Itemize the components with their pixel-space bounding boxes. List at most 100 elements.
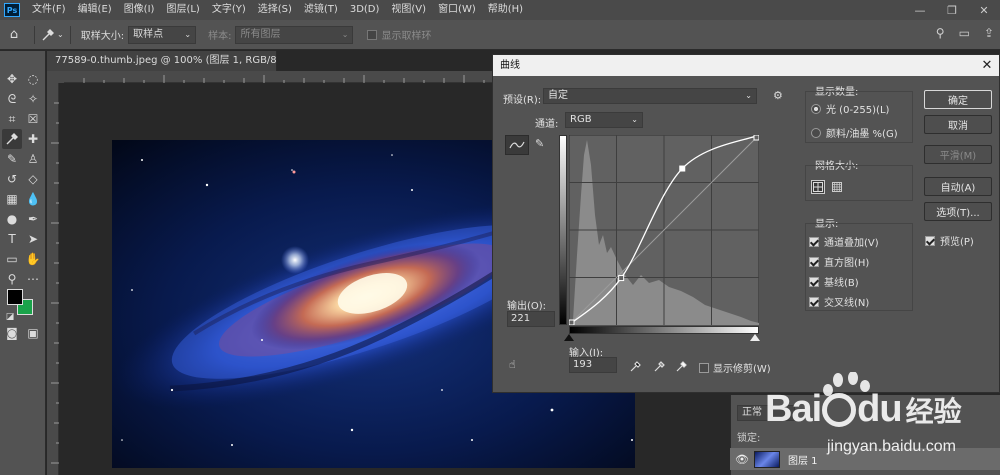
workspace-icon[interactable]: ▭ <box>959 26 970 40</box>
channel-overlays-label: 通道叠加(V) <box>824 238 879 249</box>
output-field[interactable]: 221 <box>507 311 555 327</box>
gradient-tool-icon[interactable]: ▦ <box>2 189 22 209</box>
show-sampling-ring-checkbox[interactable]: 显示取样环 <box>367 27 431 42</box>
divider <box>69 25 71 44</box>
window-controls: — ❐ ✕ <box>904 0 1000 20</box>
blur-tool-icon[interactable]: 💧 <box>23 189 43 209</box>
menu-filter[interactable]: 滤镜(T) <box>298 0 344 20</box>
restore-icon[interactable]: ❐ <box>936 0 968 20</box>
hand-tool-icon[interactable]: ✋ <box>23 249 43 269</box>
white-point-eyedropper-icon[interactable] <box>675 359 689 373</box>
home-icon[interactable]: ⌂ <box>0 27 28 42</box>
menu-layer[interactable]: 图层(L) <box>160 0 205 20</box>
close-icon[interactable]: ✕ <box>975 55 999 76</box>
frame-tool-icon[interactable]: ☒ <box>23 109 43 129</box>
shape-tool-icon[interactable]: ▭ <box>2 249 22 269</box>
dialog-title-bar[interactable]: 曲线 <box>493 55 999 76</box>
show-ring-label: 显示取样环 <box>381 31 432 42</box>
tools-panel: ✥ ◌ ᘓ ✧ ⌗ ☒ ✚ ✎ ♙ ↺ ◇ ▦ 💧 ● ✒ T ➤ ▭ ✋ ⚲ … <box>0 51 46 475</box>
healing-brush-icon[interactable]: ✚ <box>23 129 43 149</box>
screen-mode-icon[interactable]: ▣ <box>23 323 43 343</box>
curve-graph[interactable] <box>568 134 760 326</box>
eraser-tool-icon[interactable]: ◇ <box>23 169 43 189</box>
options-right-icons: ⚲ ▭ ⇪ <box>936 26 994 40</box>
share-icon[interactable]: ⇪ <box>984 26 994 40</box>
light-radio[interactable]: 光 (0-255)(L) <box>811 101 889 116</box>
menu-window[interactable]: 窗口(W) <box>432 0 482 20</box>
minimize-icon[interactable]: — <box>904 0 936 20</box>
more-tools-icon[interactable]: ⋯ <box>23 269 43 289</box>
menu-edit[interactable]: 编辑(E) <box>72 0 118 20</box>
pen-tool-icon[interactable]: ✒ <box>23 209 43 229</box>
dodge-tool-icon[interactable]: ● <box>2 209 22 229</box>
show-clipping-checkbox[interactable]: 显示修剪(W) <box>699 360 771 375</box>
foreground-color-swatch[interactable] <box>7 289 23 305</box>
baseline-checkbox[interactable]: 基线(B) <box>809 274 859 289</box>
channel-overlays-checkbox[interactable]: 通道叠加(V) <box>809 234 879 249</box>
menu-help[interactable]: 帮助(H) <box>482 0 529 20</box>
detailed-grid-icon[interactable] <box>830 180 844 194</box>
channel-select[interactable]: RGB ⌄ <box>565 112 643 128</box>
preset-select[interactable]: 自定 ⌄ <box>543 88 757 104</box>
eyedropper-tool-icon[interactable] <box>2 129 22 149</box>
pencil-icon[interactable]: ✎ <box>535 137 544 150</box>
chevron-down-icon: ⌄ <box>341 29 349 39</box>
gray-point-eyedropper-icon[interactable] <box>653 359 667 373</box>
preview-checkbox[interactable]: 预览(P) <box>925 233 974 248</box>
radio-selected <box>811 103 821 114</box>
crop-tool-icon[interactable]: ⌗ <box>2 109 22 129</box>
move-tool-icon[interactable]: ✥ <box>2 69 22 89</box>
smooth-button[interactable]: 平滑(M) <box>924 145 992 164</box>
cancel-button[interactable]: 取消 <box>924 115 992 134</box>
black-point-eyedropper-icon[interactable] <box>629 359 643 373</box>
eye-icon[interactable]: 👁 <box>730 453 754 466</box>
baseline-label: 基线(B) <box>824 278 859 289</box>
sample-size-select[interactable]: 取样点 ⌄ <box>128 25 197 44</box>
marquee-tool-icon[interactable]: ◌ <box>23 69 43 89</box>
edit-points-button[interactable] <box>505 135 529 155</box>
sample-select[interactable]: 所有图层 ⌄ <box>235 25 354 44</box>
simple-grid-icon[interactable] <box>811 180 825 194</box>
options-bar: ⌂ ⌄ 取样大小: 取样点 ⌄ 样本: 所有图层 ⌄ 显示取样环 ⚲ ▭ ⇪ <box>0 20 1000 50</box>
output-gradient-bar <box>559 135 567 325</box>
menu-3d[interactable]: 3D(D) <box>344 0 386 20</box>
ok-button[interactable]: 确定 <box>924 90 992 109</box>
quick-mask-icon[interactable]: ◙ <box>2 323 22 343</box>
lock-label: 锁定: <box>737 433 761 444</box>
preset-value: 自定 <box>548 90 568 101</box>
stamp-tool-icon[interactable]: ♙ <box>23 149 43 169</box>
type-tool-icon[interactable]: T <box>2 229 22 249</box>
menu-select[interactable]: 选择(S) <box>252 0 298 20</box>
menu-file[interactable]: 文件(F) <box>26 0 72 20</box>
auto-button[interactable]: 自动(A) <box>924 177 992 196</box>
on-image-adjust-icon[interactable]: ☝ <box>509 358 516 371</box>
vertical-ruler <box>47 83 59 475</box>
path-selection-icon[interactable]: ➤ <box>23 229 43 249</box>
magic-wand-icon[interactable]: ✧ <box>23 89 43 109</box>
histogram-checkbox[interactable]: 直方图(H) <box>809 254 869 269</box>
input-field[interactable]: 193 <box>569 357 617 373</box>
menu-view[interactable]: 视图(V) <box>385 0 432 20</box>
zoom-tool-icon[interactable]: ⚲ <box>2 269 22 289</box>
chevron-down-icon: ⌄ <box>745 91 752 100</box>
channel-label: 通道: <box>535 119 559 130</box>
preset-options-gear-icon[interactable]: ⚙ <box>773 89 783 102</box>
close-window-icon[interactable]: ✕ <box>968 0 1000 20</box>
lasso-tool-icon[interactable]: ᘓ <box>2 89 22 109</box>
menu-type[interactable]: 文字(Y) <box>206 0 252 20</box>
options-button[interactable]: 选项(T)... <box>924 202 992 221</box>
black-point-slider[interactable] <box>564 334 574 341</box>
menu-image[interactable]: 图像(I) <box>118 0 161 20</box>
intersection-checkbox[interactable]: 交叉线(N) <box>809 294 869 309</box>
white-point-slider[interactable] <box>750 334 760 341</box>
pigment-radio[interactable]: 颜料/油墨 %(G) <box>811 125 898 140</box>
menu-bar: Ps 文件(F) 编辑(E) 图像(I) 图层(L) 文字(Y) 选择(S) 滤… <box>0 0 1000 20</box>
brush-tool-icon[interactable]: ✎ <box>2 149 22 169</box>
document-tab[interactable]: 77589-0.thumb.jpeg @ 100% (图层 1, RGB/8#)… <box>47 51 277 71</box>
checkbox-box <box>699 362 709 373</box>
history-brush-icon[interactable]: ↺ <box>2 169 22 189</box>
search-icon[interactable]: ⚲ <box>936 26 945 40</box>
sample-label: 样本: <box>208 31 232 42</box>
photoshop-logo: Ps <box>4 3 20 17</box>
eyedropper-preset-picker[interactable]: ⌄ <box>41 28 64 42</box>
